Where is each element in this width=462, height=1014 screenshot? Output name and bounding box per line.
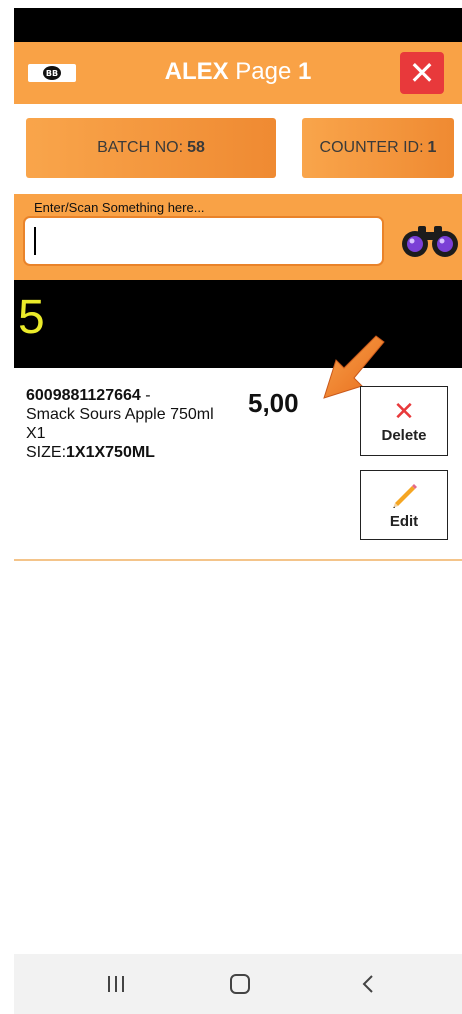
page-title: ALEX Page 1 xyxy=(14,58,462,86)
info-row: BATCH NO: 58 COUNTER ID: 1 xyxy=(14,104,462,194)
home-button[interactable] xyxy=(220,968,260,1000)
item-separator: - xyxy=(140,387,151,404)
batch-label: BATCH NO: xyxy=(97,139,184,156)
close-button[interactable]: ✕ xyxy=(400,52,444,94)
recent-apps-icon xyxy=(108,976,124,992)
title-name: ALEX xyxy=(164,58,229,85)
counter-id-button[interactable]: COUNTER ID: 1 xyxy=(302,118,454,178)
scan-label: Enter/Scan Something here... xyxy=(34,200,205,215)
item-barcode: 6009881127664 xyxy=(26,387,141,404)
app-header: BB ALEX Page 1 ✕ xyxy=(14,42,462,104)
title-page-number: 1 xyxy=(298,58,312,85)
edit-label: Edit xyxy=(389,512,419,530)
text-cursor xyxy=(34,227,36,255)
batch-value: 58 xyxy=(187,139,205,156)
item-size-label: SIZE: xyxy=(26,444,67,461)
item-price: 5,00 xyxy=(248,388,299,418)
item-name: Smack Sours Apple 750ml X1 xyxy=(26,406,214,442)
item-count-bar: 5 xyxy=(14,280,462,368)
item-count: 5 xyxy=(18,291,45,344)
status-bar xyxy=(14,8,462,42)
delete-button[interactable]: ✕ Delete xyxy=(360,386,448,456)
scan-input[interactable] xyxy=(23,216,384,266)
item-size-value: 1X1X750ML xyxy=(66,444,155,461)
binoculars-icon[interactable] xyxy=(400,218,460,258)
title-word: Page xyxy=(235,58,292,85)
back-button[interactable] xyxy=(348,968,388,1000)
counter-label: COUNTER ID: xyxy=(319,139,424,156)
x-icon: ✕ xyxy=(393,396,415,427)
item-divider xyxy=(14,559,462,561)
scan-area: Enter/Scan Something here... xyxy=(14,194,462,280)
recent-apps-button[interactable] xyxy=(96,968,136,1000)
edit-button[interactable]: Edit xyxy=(360,470,448,540)
item-description: 6009881127664 - Smack Sours Apple 750ml … xyxy=(26,386,226,462)
counter-value: 1 xyxy=(427,139,437,156)
system-nav-bar xyxy=(14,954,462,1014)
pencil-icon xyxy=(393,483,417,508)
close-icon: ✕ xyxy=(408,54,436,92)
app-screen: BB ALEX Page 1 ✕ BATCH NO: 58 COUNTER ID… xyxy=(14,8,462,1014)
delete-label: Delete xyxy=(381,426,427,444)
home-icon xyxy=(230,974,250,994)
batch-number-button[interactable]: BATCH NO: 58 xyxy=(26,118,276,178)
back-icon xyxy=(362,975,373,993)
